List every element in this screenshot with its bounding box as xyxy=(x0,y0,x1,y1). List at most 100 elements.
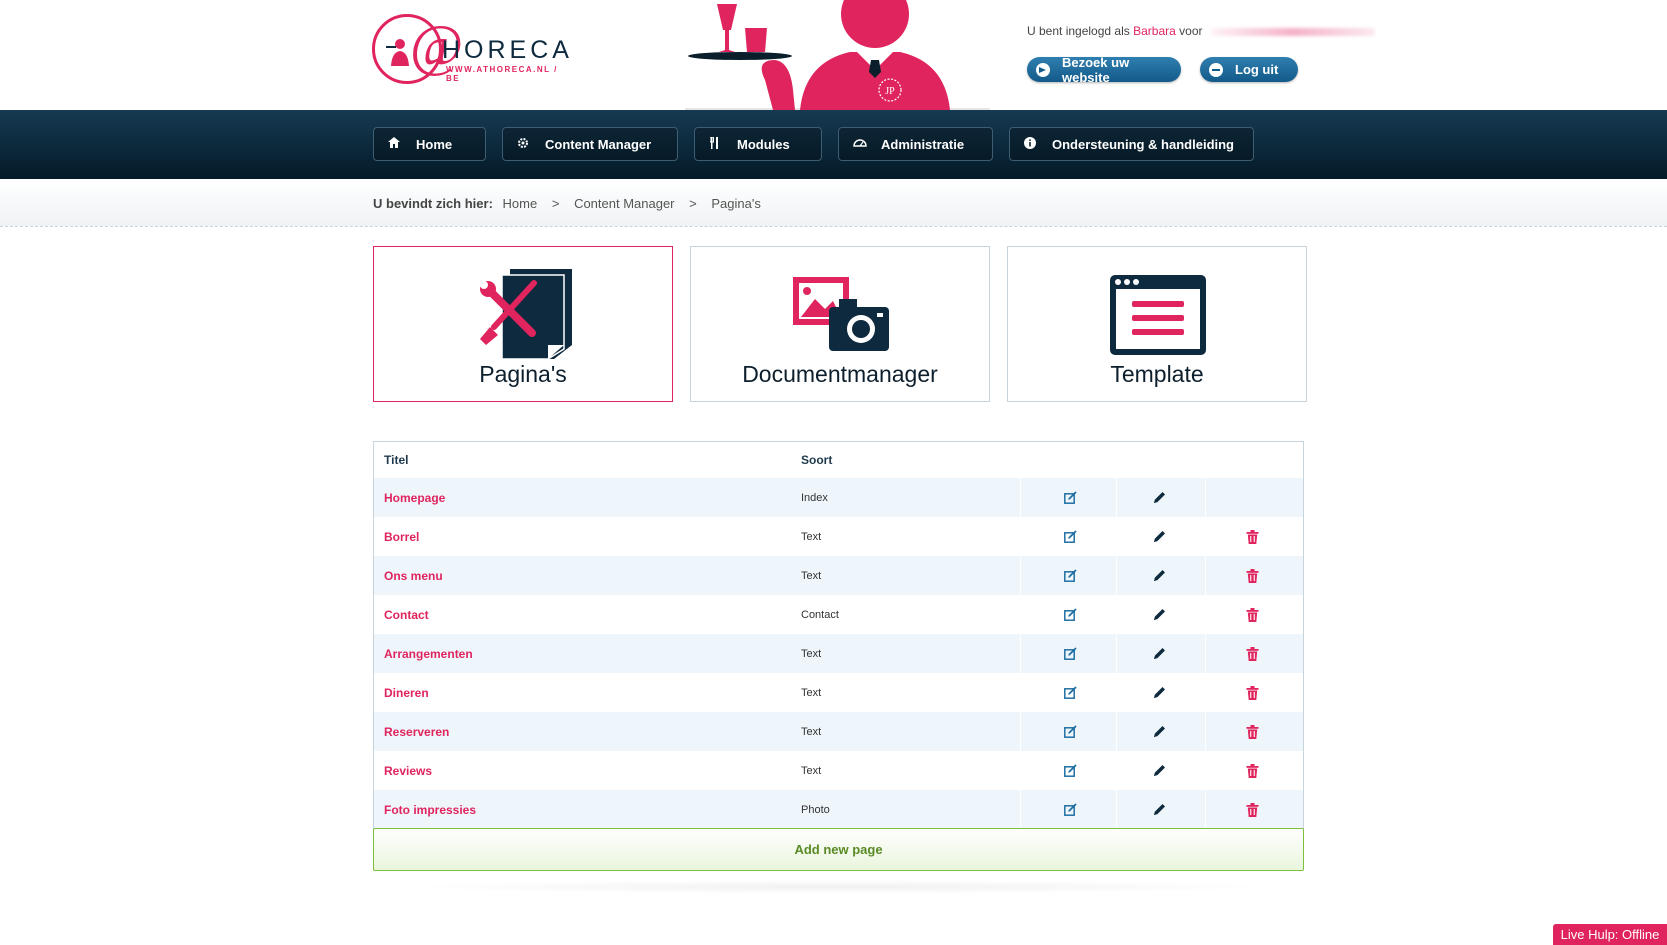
logout-button[interactable]: Log uit xyxy=(1200,57,1298,82)
pencil-edit-icon[interactable] xyxy=(1153,790,1166,829)
pencil-edit-icon[interactable] xyxy=(1153,478,1166,517)
tile-label-template: Template xyxy=(1110,361,1204,387)
pencil-edit-icon[interactable] xyxy=(1153,595,1166,634)
redacted-site-name xyxy=(1209,27,1375,36)
edit-content-icon[interactable] xyxy=(1064,556,1077,595)
browser-window-icon xyxy=(1110,275,1206,355)
column-header-soort: Soort xyxy=(801,453,833,467)
login-username: Barbara xyxy=(1133,24,1176,38)
trash-delete-icon[interactable] xyxy=(1246,556,1259,595)
nav-item-administratie[interactable]: Administratie xyxy=(838,127,993,161)
play-circle-icon xyxy=(1036,62,1050,77)
column-divider xyxy=(1020,790,1021,829)
breadcrumb-item-content-manager[interactable]: Content Manager xyxy=(574,196,674,211)
breadcrumb-separator: > xyxy=(689,196,697,211)
pencil-edit-icon[interactable] xyxy=(1153,673,1166,712)
column-divider xyxy=(1205,634,1206,673)
trash-delete-icon[interactable] xyxy=(1246,673,1259,712)
table-row: Dineren Text xyxy=(374,673,1303,712)
logo-brand: HORECA xyxy=(442,36,573,64)
info-icon xyxy=(1024,136,1036,152)
trash-delete-icon[interactable] xyxy=(1246,790,1259,829)
trash-delete-icon[interactable] xyxy=(1246,517,1259,556)
pencil-edit-icon[interactable] xyxy=(1153,634,1166,673)
edit-content-icon[interactable] xyxy=(1064,790,1077,829)
page-title-link[interactable]: Reviews xyxy=(384,751,432,790)
column-divider xyxy=(1116,634,1117,673)
column-divider xyxy=(1116,517,1117,556)
column-divider xyxy=(1020,517,1021,556)
edit-content-icon[interactable] xyxy=(1064,517,1077,556)
waiter-mascot-image: JP xyxy=(685,0,990,110)
trash-delete-icon[interactable] xyxy=(1246,634,1259,673)
column-divider xyxy=(1205,790,1206,829)
page-kind: Text xyxy=(801,686,822,699)
tile-label-paginas: Pagina's xyxy=(479,361,567,387)
nav-item-modules[interactable]: Modules xyxy=(694,127,822,161)
tile-documentmanager[interactable]: Documentmanager xyxy=(690,246,990,402)
edit-content-icon[interactable] xyxy=(1064,712,1077,751)
athoreca-logo[interactable]: @ HORECA WWW.ATHORECA.NL / BE xyxy=(372,14,572,86)
page-title-link[interactable]: Ons menu xyxy=(384,556,443,595)
add-new-page-button[interactable]: Add new page xyxy=(373,828,1304,871)
nav-item-content-manager[interactable]: Content Manager xyxy=(502,127,678,161)
trash-delete-icon[interactable] xyxy=(1246,712,1259,751)
tile-template[interactable]: Template xyxy=(1007,246,1307,402)
column-divider xyxy=(1205,673,1206,712)
page-title-link[interactable]: Contact xyxy=(384,595,429,634)
login-info: U bent ingelogd als Barbara voor xyxy=(1027,24,1375,38)
edit-content-icon[interactable] xyxy=(1064,634,1077,673)
header: @ HORECA WWW.ATHORECA.NL / BE JP U bent … xyxy=(0,0,1667,110)
visit-website-button[interactable]: Bezoek uw website xyxy=(1027,55,1181,85)
tile-paginas[interactable]: Pagina's xyxy=(373,246,673,402)
pencil-edit-icon[interactable] xyxy=(1153,712,1166,751)
table-row: Contact Contact xyxy=(374,595,1303,634)
page-title-link[interactable]: Arrangementen xyxy=(384,634,473,673)
nav-item-home[interactable]: Home xyxy=(373,127,486,161)
column-divider xyxy=(1205,712,1206,751)
home-icon xyxy=(388,137,400,151)
page-title-link[interactable]: Dineren xyxy=(384,673,429,712)
trash-delete-icon[interactable] xyxy=(1246,595,1259,634)
column-divider xyxy=(1205,595,1206,634)
minus-circle-icon xyxy=(1209,62,1223,77)
tools-page-icon xyxy=(480,269,572,359)
pages-table: Titel Soort Homepage Index Borrel Text Ons m… xyxy=(373,441,1304,829)
column-header-titel: Titel xyxy=(384,453,409,467)
edit-content-icon[interactable] xyxy=(1064,751,1077,790)
breadcrumb: U bevindt zich hier: Home > Content Mana… xyxy=(373,196,761,211)
fork-knife-icon xyxy=(709,136,721,152)
page-kind: Text xyxy=(801,764,822,777)
pencil-edit-icon[interactable] xyxy=(1153,556,1166,595)
edit-content-icon[interactable] xyxy=(1064,673,1077,712)
trash-delete-icon[interactable] xyxy=(1246,751,1259,790)
nav-label-modules: Modules xyxy=(737,136,790,152)
page-title-link[interactable]: Borrel xyxy=(384,517,419,556)
page-kind: Text xyxy=(801,725,822,738)
page-title-link[interactable]: Homepage xyxy=(384,478,445,517)
column-divider xyxy=(1205,517,1206,556)
table-row: Borrel Text xyxy=(374,517,1303,556)
live-help-button[interactable]: Live Hulp: Offline xyxy=(1553,924,1667,945)
column-divider xyxy=(1116,595,1117,634)
page-title-link[interactable]: Foto impressies xyxy=(384,790,476,829)
nav-item-ondersteuning[interactable]: Ondersteuning & handleiding xyxy=(1009,127,1254,161)
page-kind: Text xyxy=(801,647,822,660)
edit-content-icon[interactable] xyxy=(1064,595,1077,634)
edit-content-icon[interactable] xyxy=(1064,478,1077,517)
page-kind: Contact xyxy=(801,608,839,621)
column-divider xyxy=(1205,556,1206,595)
main-navigation: Home Content Manager Modules Administrat… xyxy=(0,110,1667,179)
page-title-link[interactable]: Reserveren xyxy=(384,712,449,751)
column-divider xyxy=(1020,751,1021,790)
breadcrumb-item-home[interactable]: Home xyxy=(503,196,538,211)
pencil-edit-icon[interactable] xyxy=(1153,517,1166,556)
live-help-label: Live Hulp: Offline xyxy=(1560,927,1660,942)
table-row: Homepage Index xyxy=(374,478,1303,517)
nav-label-administratie: Administratie xyxy=(881,136,965,152)
add-new-page-label: Add new page xyxy=(794,842,883,857)
pencil-edit-icon[interactable] xyxy=(1153,751,1166,790)
table-row: Ons menu Text xyxy=(374,556,1303,595)
logout-label: Log uit xyxy=(1235,62,1279,77)
breadcrumb-lead: U bevindt zich hier: xyxy=(373,196,493,211)
